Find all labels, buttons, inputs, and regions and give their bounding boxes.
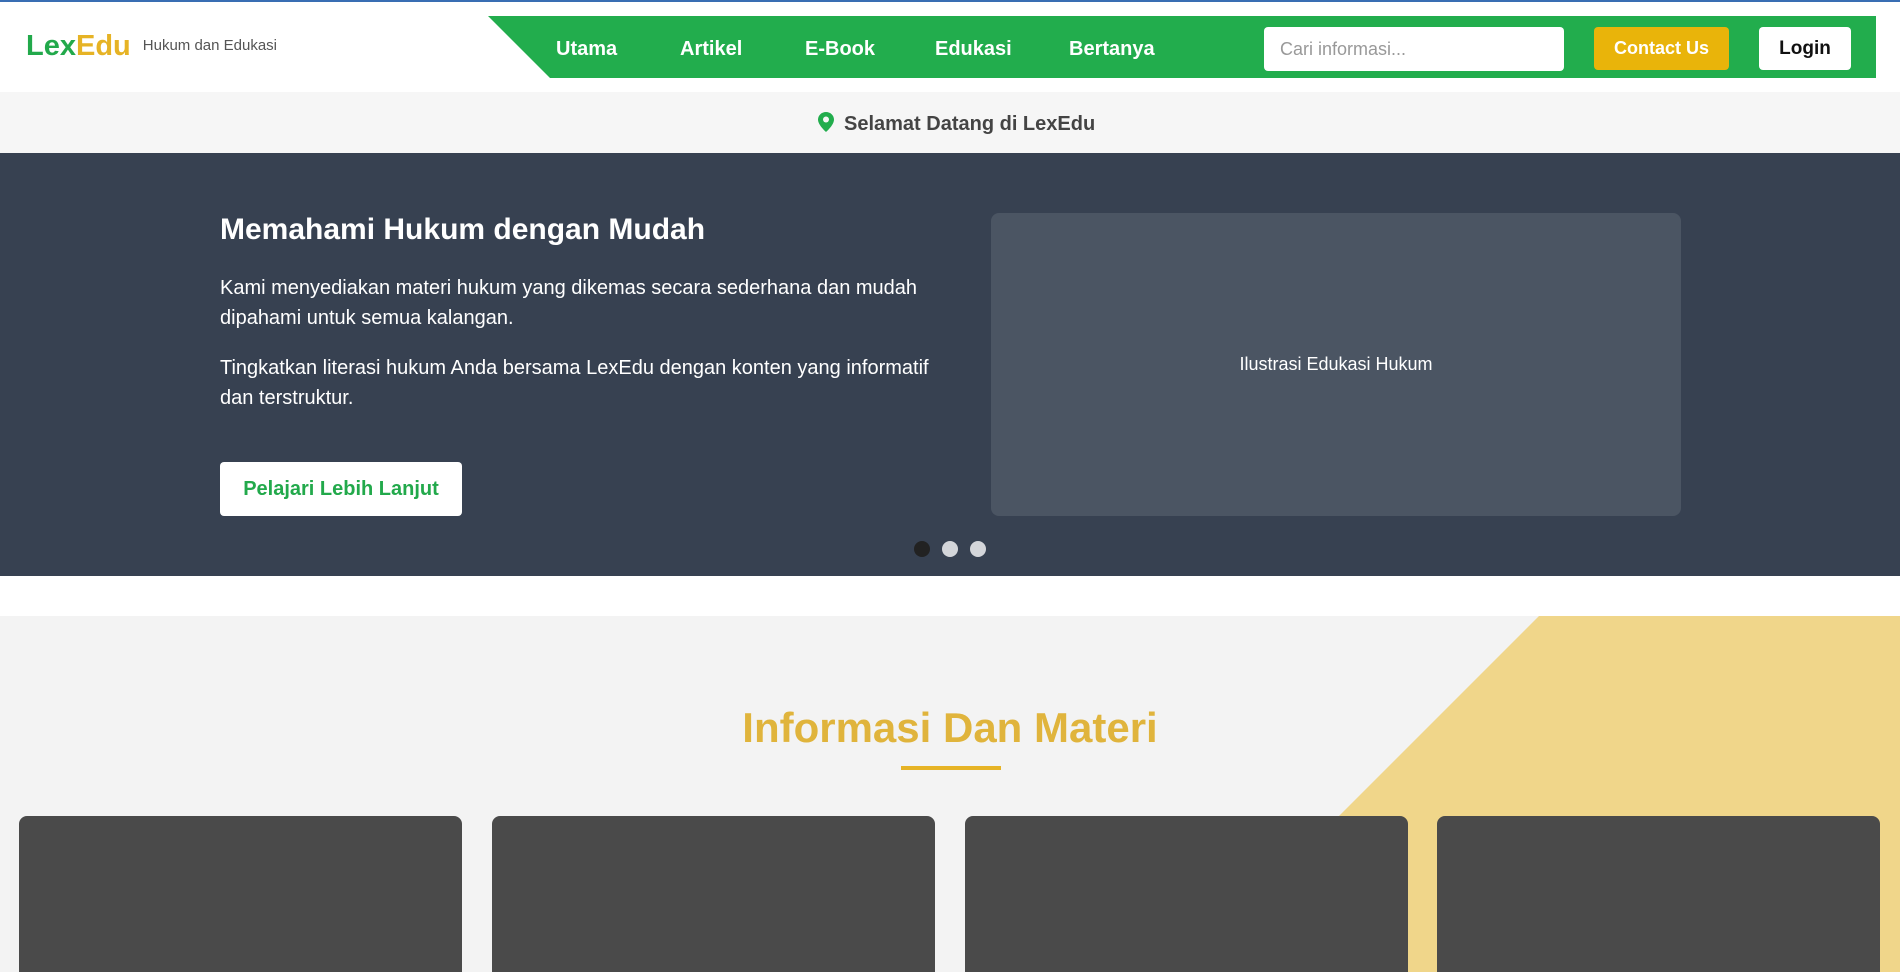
- hero-title: Memahami Hukum dengan Mudah: [220, 213, 706, 246]
- search-input[interactable]: [1264, 27, 1564, 71]
- hero-description-1: Kami menyediakan materi hukum yang dikem…: [220, 277, 918, 329]
- carousel-dot-1[interactable]: [914, 541, 930, 557]
- hero-illustration: Ilustrasi Edukasi Hukum: [991, 213, 1681, 516]
- hero-illustration-label: Ilustrasi Edukasi Hukum: [1239, 354, 1433, 374]
- login-button[interactable]: Login: [1759, 27, 1851, 70]
- carousel-dot-3[interactable]: [970, 541, 986, 557]
- brand-tagline: Hukum dan Edukasi: [142, 37, 278, 54]
- info-card[interactable]: [965, 816, 1408, 972]
- map-pin-icon: [818, 112, 834, 137]
- nav-item-bertanya[interactable]: Bertanya: [1069, 38, 1155, 61]
- nav-item-edukasi[interactable]: Edukasi: [935, 38, 1012, 61]
- section-title: Informasi Dan Materi: [742, 704, 1158, 751]
- site-header: Lex Edu Hukum dan Edukasi Utama Artikel E…: [0, 2, 1900, 92]
- hero-description-2: Tingkatkan literasi hukum Anda bersama L…: [220, 357, 929, 409]
- info-card[interactable]: [19, 816, 462, 972]
- info-card[interactable]: [1437, 816, 1880, 972]
- section-title-underline: [901, 766, 1001, 770]
- brand-name-lex: Lex: [26, 30, 76, 62]
- contact-us-button[interactable]: Contact Us: [1594, 27, 1729, 70]
- welcome-bar: Selamat Datang di LexEdu: [0, 92, 1900, 153]
- nav-item-utama[interactable]: Utama: [556, 38, 617, 61]
- nav-item-artikel[interactable]: Artikel: [680, 38, 742, 61]
- brand-logo[interactable]: Lex Edu Hukum dan Edukasi: [26, 30, 277, 63]
- learn-more-button[interactable]: Pelajari Lebih Lanjut: [220, 462, 462, 516]
- brand-name-edu: Edu: [75, 30, 131, 62]
- info-card[interactable]: [492, 816, 935, 972]
- info-section: Informasi Dan Materi: [0, 616, 1900, 972]
- nav-item-ebook[interactable]: E-Book: [805, 38, 875, 61]
- hero-carousel: Memahami Hukum dengan Mudah Kami menyedi…: [0, 153, 1900, 576]
- welcome-text: Selamat Datang di LexEdu: [844, 113, 1096, 135]
- carousel-dot-2[interactable]: [942, 541, 958, 557]
